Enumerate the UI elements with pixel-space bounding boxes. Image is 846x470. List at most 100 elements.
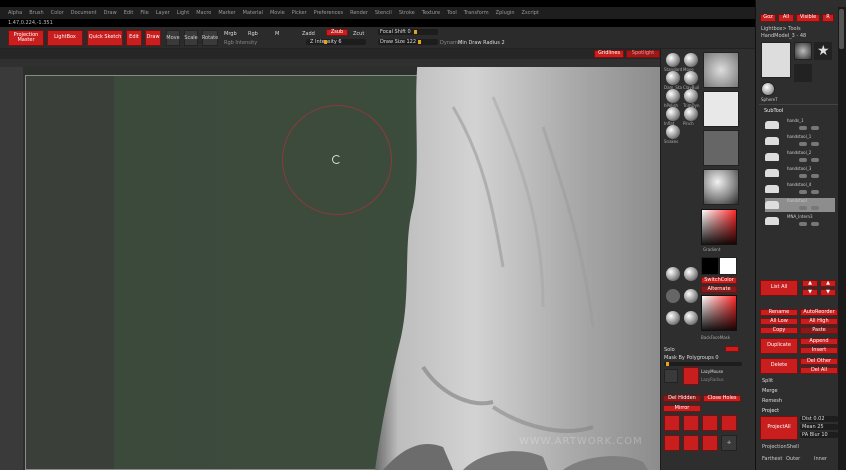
menu-item[interactable]: Picker [292,10,307,16]
append-button[interactable]: Append [800,338,838,345]
reset-icon[interactable] [702,435,718,451]
z-intensity-handle[interactable] [324,40,327,44]
menu-item[interactable]: Zplugin [496,10,515,16]
subtool-visibility-toggle[interactable] [799,174,807,178]
brush-move-icon[interactable] [684,53,698,67]
del-hidden-button[interactable]: Del Hidden [663,395,701,402]
rgb-toggle[interactable]: Rgb [248,31,258,37]
split-section[interactable]: Split [762,378,773,384]
pa-blur-slider[interactable]: PA Blur 10 [800,432,838,438]
menu-item[interactable]: Brush [29,10,43,16]
all-low-button[interactable]: All Low [760,318,798,325]
menu-item[interactable]: Texture [422,10,440,16]
secondary-color-picker[interactable] [701,295,737,331]
del-other-button[interactable]: Del Other [800,358,838,365]
brush-hpolish-icon[interactable] [666,89,680,103]
menu-item[interactable]: File [140,10,148,16]
rename-button[interactable]: Rename [760,309,798,316]
menu-item[interactable]: Marker [218,10,235,16]
draw-button[interactable]: Draw [145,30,161,46]
projection-shell-slider[interactable]: ProjectionShell [762,444,799,450]
focal-shift-slider[interactable]: Focal Shift 0 [378,29,438,35]
delete-button[interactable]: Delete [760,358,798,374]
menu-item[interactable]: Alpha [8,10,22,16]
polish-slider[interactable] [664,362,742,366]
subtool-polypaint-toggle[interactable] [811,158,819,162]
subtool-row[interactable]: handstool_1 [765,134,835,148]
zadd-toggle[interactable]: Zadd [302,31,315,37]
local-symmetry-icon[interactable] [664,415,680,431]
subtool-row[interactable]: handstool [765,198,835,212]
subtool-header[interactable]: SubTool [764,108,783,114]
alpha-off-icon[interactable] [703,130,739,166]
copy-button[interactable]: Copy [760,327,798,334]
menu-item[interactable]: Macro [196,10,211,16]
all-high-button[interactable]: All High [800,318,838,325]
r-button[interactable]: R [822,14,834,22]
stroke-dots-icon[interactable] [703,91,739,127]
subtool-polypaint-toggle[interactable] [811,174,819,178]
move-topological-icon[interactable] [666,311,680,325]
merge-section[interactable]: Merge [762,388,778,394]
scrollbar-thumb[interactable] [839,9,844,49]
stroke-icon[interactable] [664,369,678,383]
brush-inflate-icon[interactable] [666,107,680,121]
all-button[interactable]: All [778,14,794,22]
subtool-polypaint-toggle[interactable] [811,142,819,146]
polymesh-tool-icon[interactable] [794,64,812,82]
menu-item[interactable]: Color [51,10,64,16]
project-section[interactable]: Project [762,408,779,414]
brush-pinch-icon[interactable] [684,107,698,121]
rotate-button[interactable]: Rotate [202,30,218,46]
menu-item[interactable]: Document [71,10,97,16]
hand-tool-thumbnail[interactable] [761,42,791,78]
radial-symmetry-icon[interactable] [664,435,680,451]
subtool-polypaint-toggle[interactable] [811,206,819,210]
subtool-visibility-toggle[interactable] [799,158,807,162]
cylinder-tool-icon[interactable] [794,42,812,60]
menu-item[interactable]: Material [243,10,263,16]
menu-item[interactable]: Stroke [399,10,415,16]
secondary-color-swatch[interactable] [701,257,719,275]
move-button[interactable]: Move [166,30,180,46]
mask-by-polygroups-slider[interactable]: Mask By Polygroups 0 [664,355,719,361]
menu-item[interactable]: Render [350,10,368,16]
del-all-button[interactable]: Del All [800,367,838,374]
brush-damstandard-icon[interactable] [666,71,680,85]
min-draw-radius-slider[interactable]: Min Draw Radius 2 [458,40,505,46]
subtool-visibility-toggle[interactable] [799,142,807,146]
brush-standard-icon[interactable] [666,53,680,67]
focal-shift-handle[interactable] [414,30,417,34]
alternate-button[interactable]: Alternate [701,286,737,293]
subtool-visibility-toggle[interactable] [799,190,807,194]
snapshot-icon[interactable] [683,435,699,451]
subtool-row[interactable]: handstool_3 [765,166,835,180]
subtool-polypaint-toggle[interactable] [811,126,819,130]
mean-slider[interactable]: Mean 25 [800,424,838,430]
dist-slider[interactable]: Dist 0.02 [800,416,838,422]
menu-item[interactable]: Transform [464,10,489,16]
arrow-down-icon[interactable]: ▼ [802,289,818,296]
brush-trimdynamic-icon[interactable] [684,89,698,103]
menu-item[interactable]: Draw [104,10,117,16]
visible-button[interactable]: Visible [796,14,820,22]
menu-item[interactable]: Edit [124,10,134,16]
y-symmetry-icon[interactable] [702,415,718,431]
smooth-icon[interactable] [684,311,698,325]
material-matcap-icon[interactable] [666,267,680,281]
solo-toggle[interactable] [725,346,739,352]
quick-sketch-button[interactable]: Quick Sketch [87,30,123,46]
list-all-button[interactable]: List All [760,280,798,296]
z-symmetry-icon[interactable] [721,415,737,431]
current-brush-icon[interactable] [703,52,739,88]
arrow-up-icon[interactable]: ▲ [802,280,818,287]
main-color-swatch[interactable] [719,257,737,275]
matcap-icon[interactable] [684,289,698,303]
draw-size-slider[interactable]: Draw Size 122 [378,39,438,45]
viewport-canvas[interactable]: WWW.ARTWORK.COM [23,67,660,470]
menu-item[interactable]: Preferences [314,10,343,16]
texture-icon[interactable] [666,289,680,303]
zcut-toggle[interactable]: Zcut [353,31,364,37]
scale-button[interactable]: Scale [184,30,198,46]
project-all-button[interactable]: ProjectAll [760,416,798,440]
